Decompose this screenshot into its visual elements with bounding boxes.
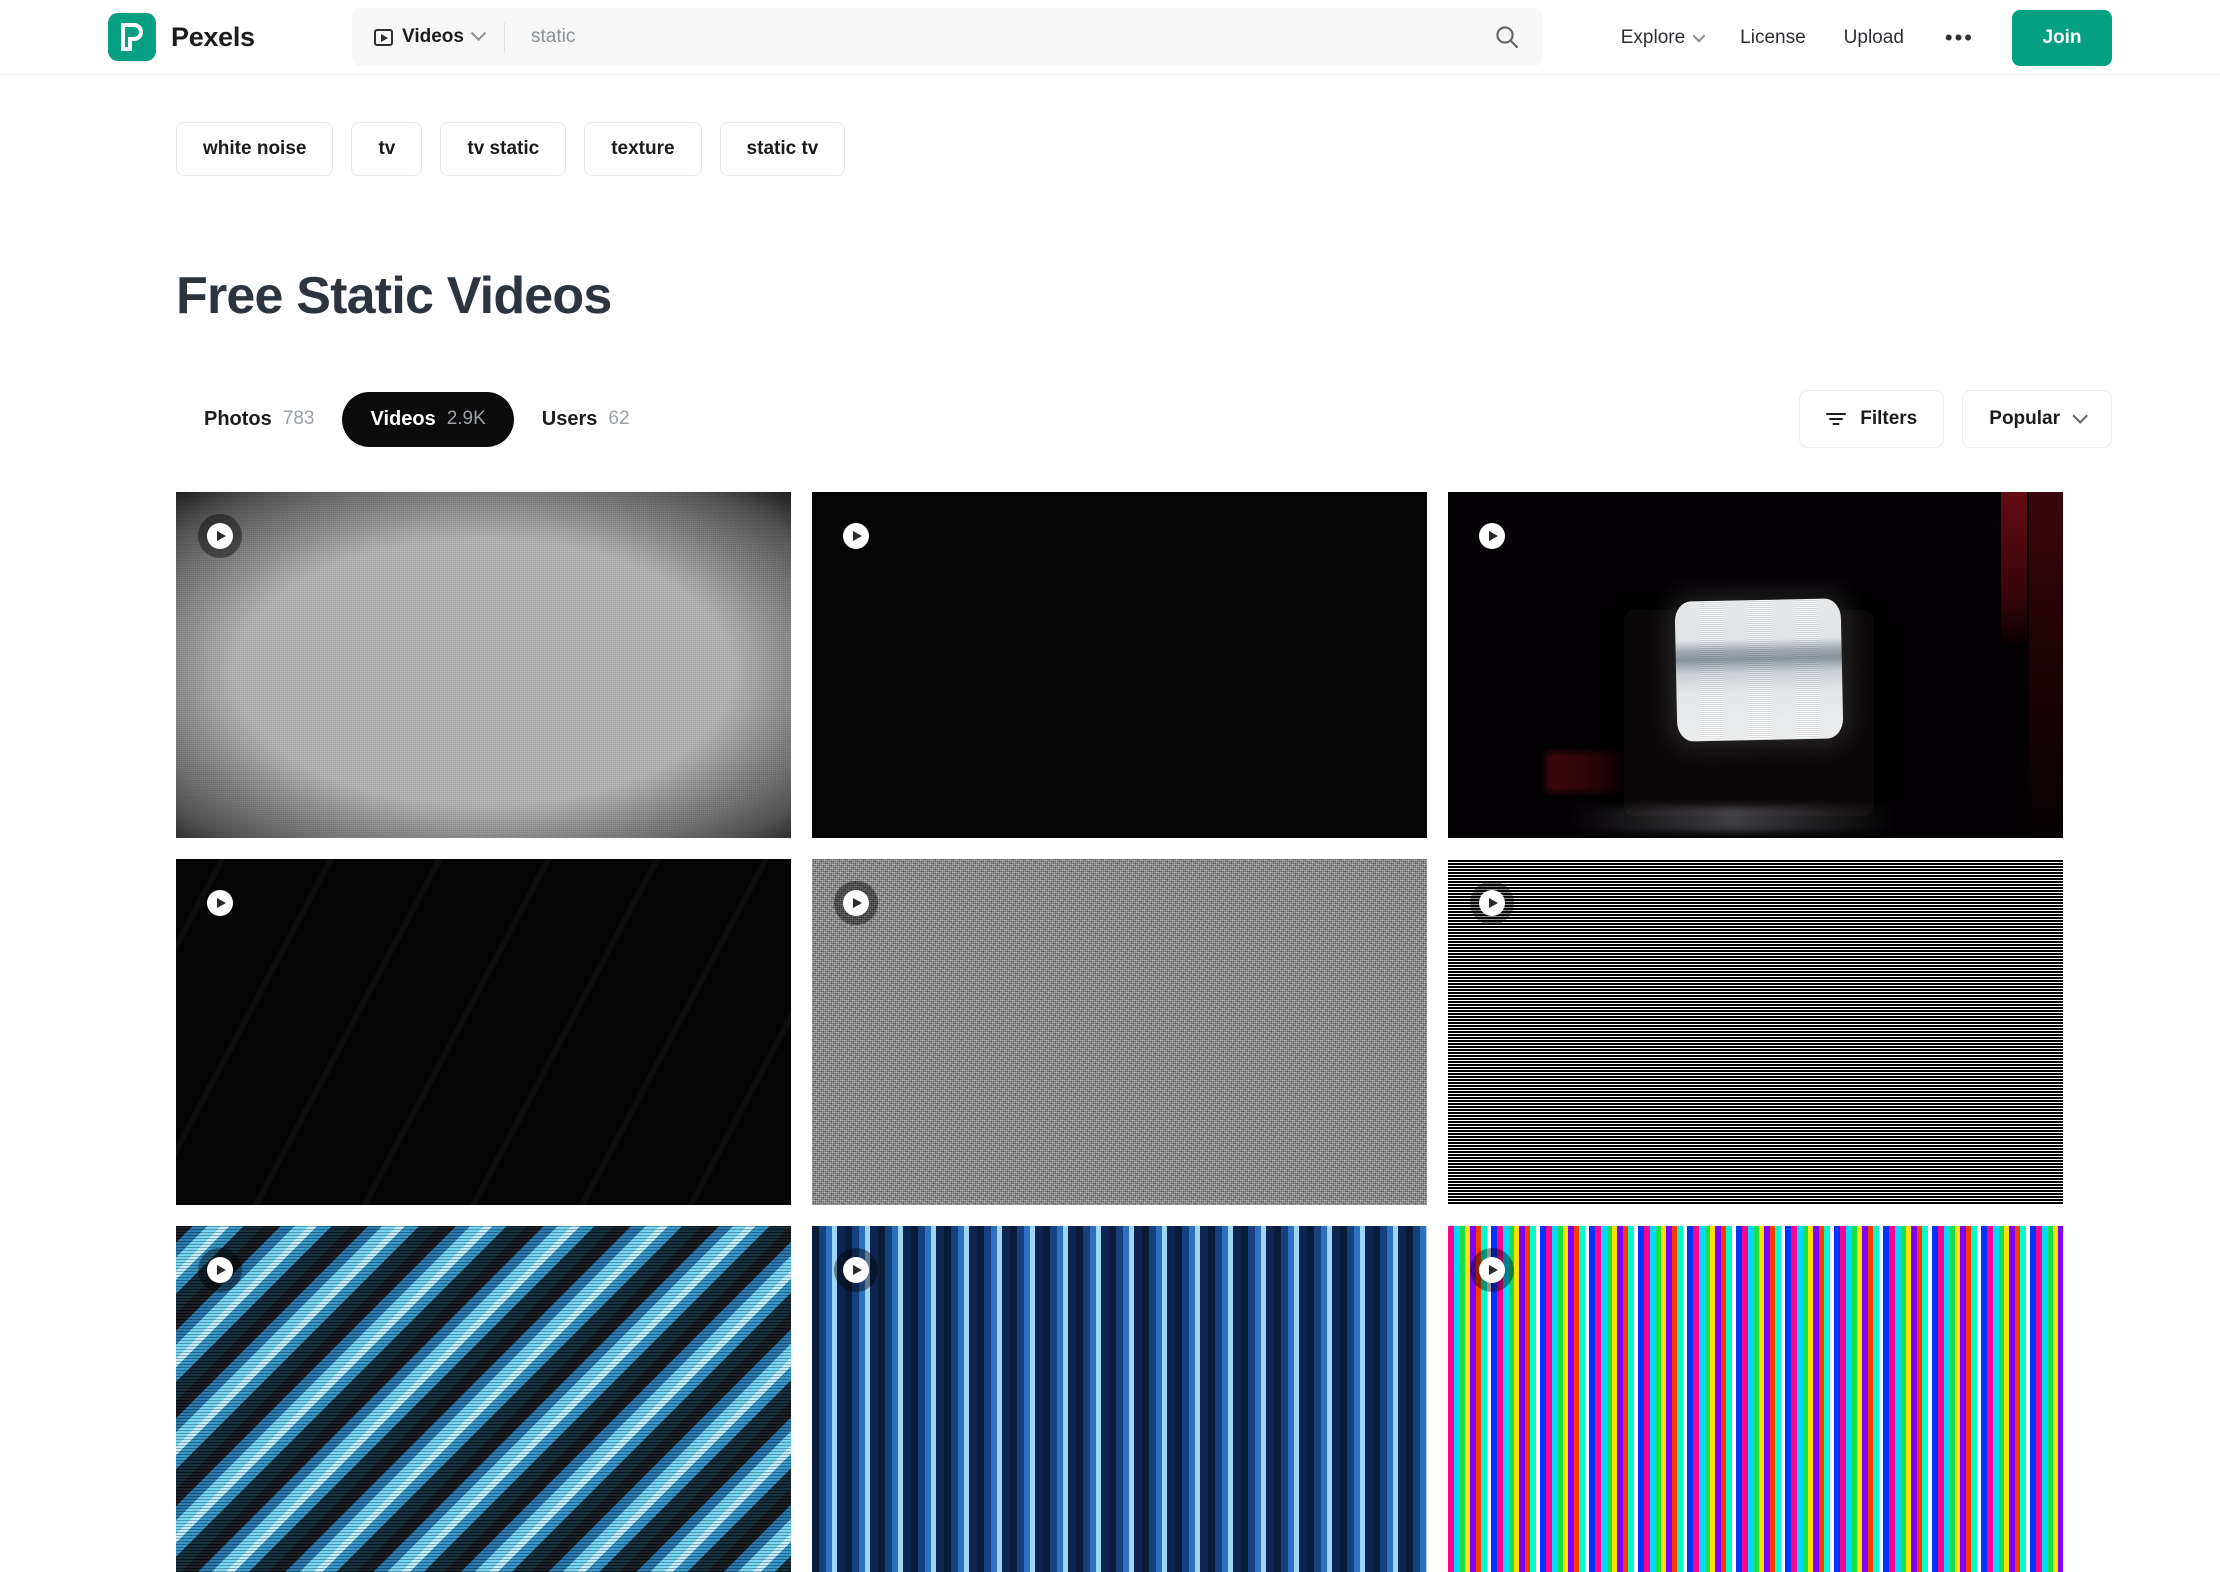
search-input-wrap [505, 8, 1472, 66]
video-tile-cyan-bars[interactable] [176, 1226, 791, 1572]
tag-chip-tv[interactable]: tv [351, 122, 422, 176]
tag-chip-texture[interactable]: texture [584, 122, 701, 176]
result-type-tabs: Photos 783 Videos 2.9K Users 62 [176, 392, 658, 447]
sort-select-button[interactable]: Popular [1962, 390, 2112, 448]
site-header: Pexels Videos Explore License Upload [0, 0, 2220, 75]
video-results-grid [176, 492, 2068, 1572]
chevron-down-icon [2072, 408, 2088, 424]
video-thumbnail [812, 492, 1427, 838]
video-tile-rgb-glitch[interactable] [1448, 1226, 2063, 1572]
video-tile-black-1[interactable] [812, 492, 1427, 838]
brand-home-link[interactable]: Pexels [108, 13, 255, 61]
filters-button[interactable]: Filters [1799, 390, 1944, 448]
video-tile-gray-vignette[interactable] [176, 492, 791, 838]
video-thumbnail [176, 1226, 791, 1572]
filters-label: Filters [1860, 408, 1917, 430]
join-button[interactable]: Join [2012, 10, 2112, 66]
play-button-icon[interactable] [834, 1248, 878, 1292]
tab-videos[interactable]: Videos 2.9K [342, 392, 513, 447]
video-tile-black-streaks[interactable] [176, 859, 791, 1205]
ellipsis-icon[interactable]: ••• [1923, 27, 1996, 49]
play-button-icon[interactable] [834, 881, 878, 925]
video-thumbnail [1448, 1226, 2063, 1572]
nav-link-upload-label: Upload [1844, 27, 1904, 49]
tab-photos-label: Photos [204, 408, 272, 431]
result-controls: Filters Popular [1799, 390, 2112, 448]
play-button-icon[interactable] [198, 1248, 242, 1292]
play-button-icon[interactable] [1470, 514, 1514, 558]
tab-users[interactable]: Users 62 [514, 392, 658, 447]
video-player-icon [374, 29, 393, 46]
search-type-select[interactable]: Videos [352, 19, 504, 55]
search-submit-button[interactable] [1472, 8, 1542, 66]
nav-link-license[interactable]: License [1721, 27, 1825, 49]
primary-nav: Explore License Upload ••• Join [1602, 0, 2112, 75]
nav-link-explore-label: Explore [1621, 27, 1685, 49]
results-toolbar: Photos 783 Videos 2.9K Users 62 Filters … [176, 390, 2112, 448]
video-tile-blue-mosaic[interactable] [812, 1226, 1427, 1572]
tag-chip-static-tv[interactable]: static tv [720, 122, 846, 176]
tab-videos-label: Videos [370, 408, 435, 431]
chevron-down-icon [471, 25, 487, 41]
tab-photos[interactable]: Photos 783 [176, 392, 342, 447]
sort-label: Popular [1989, 408, 2060, 430]
chevron-down-icon [1693, 30, 1706, 43]
search-bar: Videos [352, 8, 1542, 66]
play-button-icon[interactable] [198, 881, 242, 925]
video-tile-bw-static[interactable] [1448, 859, 2063, 1205]
tab-users-label: Users [542, 408, 598, 431]
nav-link-license-label: License [1740, 27, 1806, 49]
video-thumbnail [812, 1226, 1427, 1572]
search-input[interactable] [505, 26, 1472, 48]
video-tile-crt-tv[interactable] [1448, 492, 2063, 838]
video-tile-gray-noise[interactable] [812, 859, 1427, 1205]
brand-name: Pexels [171, 22, 255, 53]
play-button-icon[interactable] [834, 514, 878, 558]
play-button-icon[interactable] [198, 514, 242, 558]
filter-icon [1826, 411, 1846, 427]
play-button-icon[interactable] [1470, 1248, 1514, 1292]
related-tags: white noise tv tv static texture static … [176, 122, 845, 176]
tab-photos-count: 783 [283, 408, 315, 430]
nav-link-explore[interactable]: Explore [1602, 27, 1721, 49]
tab-videos-count: 2.9K [447, 408, 486, 430]
search-icon [1494, 24, 1520, 50]
tag-chip-tv-static[interactable]: tv static [440, 122, 566, 176]
video-thumbnail [176, 492, 791, 838]
video-thumbnail [1448, 492, 2063, 838]
search-type-label: Videos [402, 26, 464, 48]
video-thumbnail [812, 859, 1427, 1205]
nav-link-upload[interactable]: Upload [1825, 27, 1923, 49]
tag-chip-white-noise[interactable]: white noise [176, 122, 333, 176]
play-button-icon[interactable] [1470, 881, 1514, 925]
page-title: Free Static Videos [176, 266, 612, 326]
pexels-p-logo-icon [108, 13, 156, 61]
tab-users-count: 62 [608, 408, 629, 430]
video-thumbnail [176, 859, 791, 1205]
video-thumbnail [1448, 859, 2063, 1205]
